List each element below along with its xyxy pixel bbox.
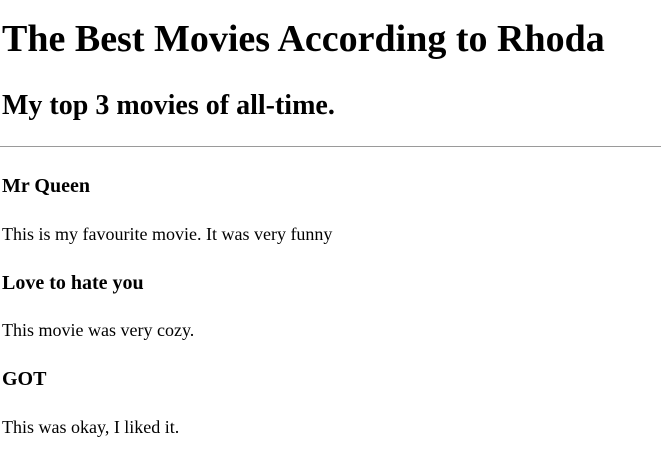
movie-title: Love to hate you [2,272,144,294]
page-subtitle: My top 3 movies of all-time. [2,90,335,121]
movie-description: This is my favourite movie. It was very … [2,224,333,244]
movie-description: This was okay, I liked it. [2,417,180,437]
divider [0,146,661,147]
movie-description: This movie was very cozy. [2,320,195,340]
page-title: The Best Movies According to Rhoda [2,18,605,60]
movie-title: GOT [2,368,47,390]
page: The Best Movies According to Rhoda My to… [0,0,661,466]
movie-title: Mr Queen [2,175,90,197]
